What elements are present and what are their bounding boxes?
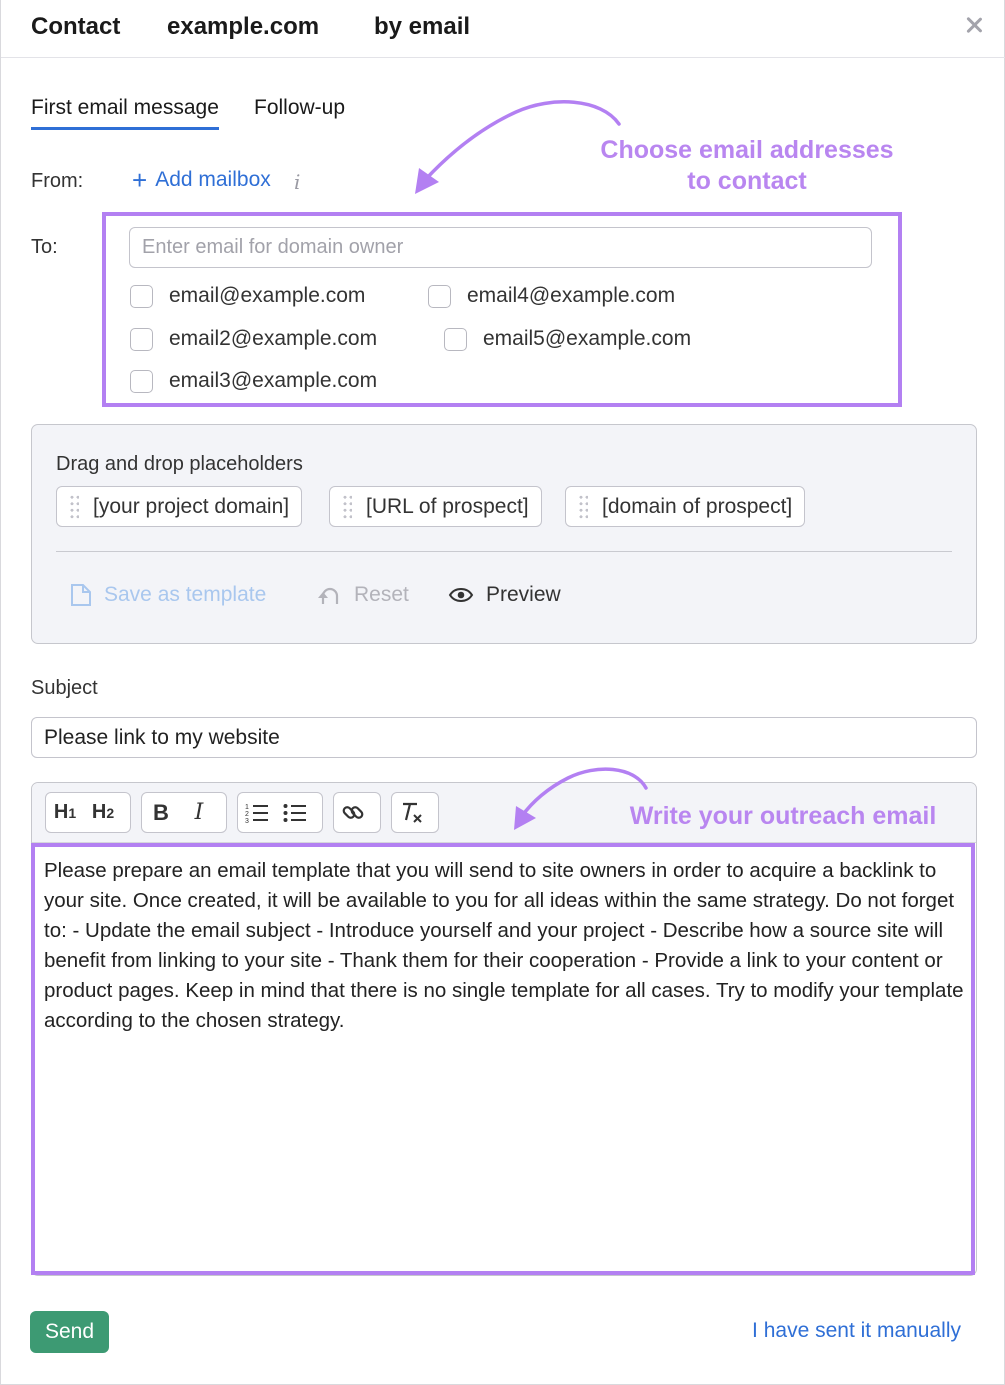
link-icon	[342, 805, 364, 819]
bullet-list-button[interactable]	[276, 793, 314, 832]
svg-text:2: 2	[245, 811, 249, 818]
recipient-email-label: email2@example.com	[169, 327, 378, 350]
recipient-checkbox-3[interactable]: email3@example.com	[130, 369, 377, 393]
placeholders-title: Drag and drop placeholders	[56, 453, 303, 475]
checkbox-box[interactable]	[444, 327, 467, 351]
chip-label: [URL of prospect]	[366, 494, 529, 518]
annotation-write-email: Write your outreach email	[629, 802, 937, 830]
recipient-checkbox-4[interactable]: email4@example.com	[428, 284, 675, 308]
dialog-title-method: by email	[374, 13, 471, 40]
list-group: 123	[237, 792, 323, 833]
svg-text:1: 1	[245, 804, 249, 811]
recipient-checkbox-2[interactable]: email2@example.com	[130, 327, 377, 351]
dialog-title-domain: example.com	[167, 13, 320, 40]
clear-formatting-icon	[403, 802, 422, 823]
italic-button[interactable]: I	[180, 793, 218, 832]
dialog-title-contact: Contact	[31, 13, 121, 40]
placeholders-panel: Drag and drop placeholders [your project…	[31, 424, 977, 644]
plus-icon: +	[132, 165, 148, 195]
eye-icon	[448, 588, 474, 602]
drag-handle-icon[interactable]	[578, 494, 588, 520]
checkbox-box[interactable]	[130, 369, 153, 393]
email-body-text[interactable]: Please prepare an email template that yo…	[44, 856, 964, 1036]
reset-button[interactable]: Reset	[316, 583, 409, 607]
tab-first-email[interactable]: First email message	[31, 96, 219, 130]
ordered-list-button[interactable]: 123	[238, 793, 276, 832]
annotation-choose-line2: to contact	[687, 167, 807, 195]
annotation-choose-emails: Choose email addresses to contact	[561, 135, 933, 197]
divider	[56, 551, 952, 552]
checkbox-box[interactable]	[130, 284, 153, 308]
heading-1-button[interactable]: H1	[46, 793, 84, 832]
placeholder-chip-domain-prospect[interactable]: [domain of prospect]	[565, 486, 806, 527]
add-mailbox-button[interactable]: + Add mailbox	[132, 165, 271, 195]
preview-label: Preview	[486, 583, 561, 606]
dialog-header: Contact example.com by email	[1, 0, 1005, 58]
placeholder-chip-project-domain[interactable]: [your project domain]	[56, 486, 303, 527]
clear-format-group	[391, 792, 439, 833]
recipient-email-input[interactable]	[129, 227, 872, 268]
bold-button[interactable]: B	[142, 793, 180, 832]
chip-label: [domain of prospect]	[602, 494, 793, 518]
recipient-checkbox-5[interactable]: email5@example.com	[444, 327, 691, 351]
recipient-email-label: email@example.com	[169, 284, 366, 307]
chip-label: [your project domain]	[93, 494, 290, 518]
save-as-template-label: Save as template	[104, 583, 267, 606]
document-icon	[71, 584, 91, 606]
email-editor: H1 H2 B I 123 Please prepare an email te…	[31, 782, 977, 1276]
bullet-list-icon	[283, 803, 306, 822]
drag-handle-icon[interactable]	[69, 494, 79, 520]
ordered-list-icon: 123	[245, 804, 268, 824]
heading-group: H1 H2	[45, 792, 131, 833]
clear-formatting-button[interactable]	[392, 793, 430, 832]
link-group	[333, 792, 381, 833]
close-icon[interactable]	[960, 12, 988, 40]
preview-button[interactable]: Preview	[448, 583, 561, 607]
add-mailbox-label: Add mailbox	[155, 168, 271, 191]
recipient-checkbox-1[interactable]: email@example.com	[130, 284, 365, 308]
tab-follow-up[interactable]: Follow-up	[254, 96, 345, 120]
drag-handle-icon[interactable]	[342, 494, 352, 520]
subject-input[interactable]	[31, 717, 977, 758]
info-icon[interactable]: i	[294, 170, 300, 194]
save-as-template-button[interactable]: Save as template	[70, 583, 266, 607]
reset-label: Reset	[354, 583, 409, 606]
recipient-email-label: email3@example.com	[169, 369, 378, 392]
recipient-email-label: email4@example.com	[467, 284, 676, 307]
insert-link-button[interactable]	[334, 793, 372, 832]
placeholder-chip-url-prospect[interactable]: [URL of prospect]	[329, 486, 542, 527]
annotation-choose-line1: Choose email addresses	[600, 136, 894, 164]
recipient-email-label: email5@example.com	[483, 327, 692, 350]
to-label: To:	[31, 236, 58, 258]
svg-text:3: 3	[245, 818, 249, 824]
undo-icon	[318, 587, 339, 604]
sent-manually-link[interactable]: I have sent it manually	[752, 1319, 961, 1343]
format-group: B I	[141, 792, 227, 833]
send-button[interactable]: Send	[30, 1311, 109, 1353]
subject-label: Subject	[31, 677, 98, 699]
from-label: From:	[31, 170, 84, 192]
checkbox-box[interactable]	[130, 327, 153, 351]
heading-2-button[interactable]: H2	[84, 793, 122, 832]
checkbox-box[interactable]	[428, 284, 451, 308]
contact-dialog: Contact example.com by email First email…	[0, 0, 1005, 1385]
